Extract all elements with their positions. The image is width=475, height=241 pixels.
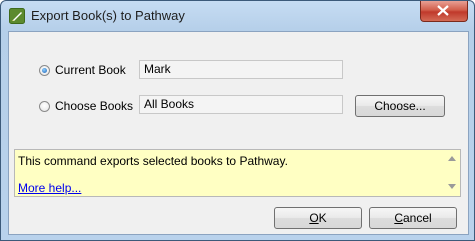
cancel-accelerator: C bbox=[394, 211, 403, 225]
cancel-button[interactable]: Cancel bbox=[369, 207, 457, 229]
choose-books-field: All Books bbox=[139, 95, 343, 114]
dialog-title: Export Book(s) to Pathway bbox=[31, 8, 185, 23]
info-box: This command exports selected books to P… bbox=[14, 149, 461, 197]
pathway-app-icon bbox=[9, 8, 25, 24]
info-scrollbar[interactable] bbox=[446, 152, 458, 194]
ok-accelerator: O bbox=[309, 211, 319, 225]
info-text: This command exports selected books to P… bbox=[18, 154, 288, 168]
scroll-up-icon[interactable] bbox=[448, 156, 456, 161]
scroll-down-icon[interactable] bbox=[448, 184, 456, 189]
dialog-body: Current Book Mark Choose Books All Books… bbox=[8, 31, 469, 235]
ok-button[interactable]: OK bbox=[274, 207, 362, 229]
close-button[interactable] bbox=[420, 1, 468, 22]
more-help-link[interactable]: More help... bbox=[18, 181, 81, 195]
title-bar[interactable]: Export Book(s) to Pathway bbox=[1, 1, 474, 31]
dialog-window: Export Book(s) to Pathway Current Book M… bbox=[0, 0, 475, 241]
choose-books-option[interactable]: Choose Books bbox=[39, 99, 133, 113]
current-book-field: Mark bbox=[139, 60, 343, 79]
cancel-label-rest: ancel bbox=[402, 211, 432, 225]
current-book-option[interactable]: Current Book bbox=[39, 63, 126, 77]
current-book-radio[interactable] bbox=[39, 64, 50, 76]
choose-books-radio[interactable] bbox=[39, 100, 50, 112]
choose-button[interactable]: Choose... bbox=[355, 95, 445, 117]
current-book-label: Current Book bbox=[55, 63, 126, 77]
ok-label-rest: K bbox=[318, 211, 327, 225]
choose-books-label: Choose Books bbox=[55, 99, 134, 113]
